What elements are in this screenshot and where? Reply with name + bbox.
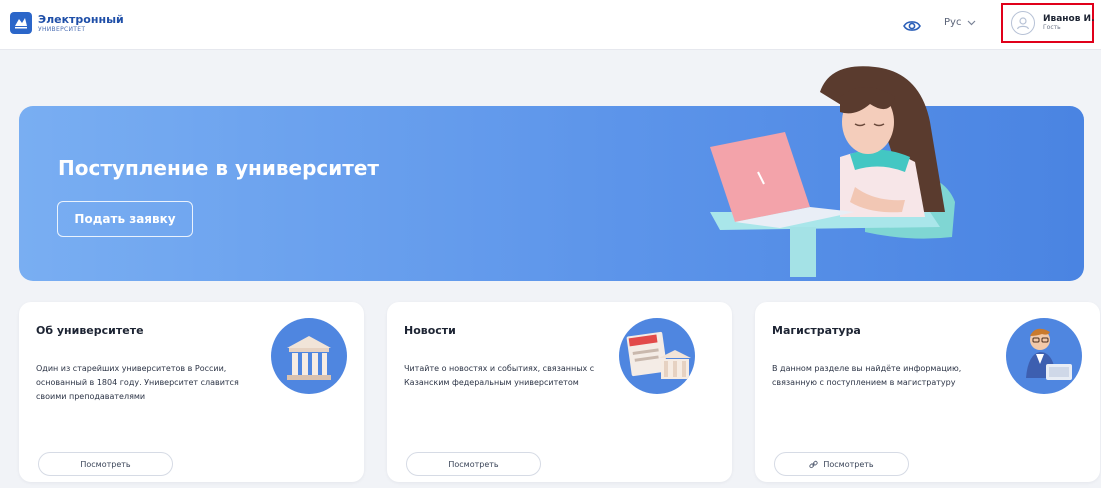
card-masters: Магистратура В данном разделе вы найдёте… bbox=[755, 302, 1100, 482]
user-profile-menu[interactable]: Иванов И. Гость bbox=[1001, 3, 1094, 43]
language-selector[interactable]: Рус bbox=[944, 17, 976, 28]
banner-title: Поступление в университет bbox=[58, 156, 379, 180]
view-button-label: Посмотреть bbox=[448, 459, 499, 469]
card-description: Читайте о новостях и событиях, связанных… bbox=[404, 364, 595, 387]
card-title: Новости bbox=[404, 324, 456, 337]
card-description: В данном разделе вы найдёте информацию, … bbox=[772, 364, 962, 387]
user-role: Гость bbox=[1043, 23, 1061, 31]
view-button[interactable]: Посмотреть bbox=[774, 452, 909, 476]
university-logo-icon bbox=[10, 12, 32, 34]
card-title: Об университете bbox=[36, 324, 144, 337]
card-news: Новости Читайте о новостях и событиях, с… bbox=[387, 302, 732, 482]
site-logo[interactable]: Электронный УНИВЕРСИТЕТ bbox=[10, 12, 124, 34]
card-description: Один из старейших университетов в России… bbox=[36, 364, 239, 401]
top-header: Электронный УНИВЕРСИТЕТ Рус Иванов И. Го… bbox=[0, 0, 1101, 50]
card-title: Магистратура bbox=[772, 324, 861, 337]
logo-subtitle: УНИВЕРСИТЕТ bbox=[38, 25, 86, 33]
student-with-laptop-icon bbox=[1006, 318, 1082, 394]
apply-button[interactable]: Подать заявку bbox=[57, 201, 193, 237]
chevron-down-icon bbox=[968, 20, 976, 25]
view-button[interactable]: Посмотреть bbox=[406, 452, 541, 476]
view-button-label: Посмотреть bbox=[823, 459, 874, 469]
logo-title: Электронный bbox=[38, 12, 124, 26]
news-icon bbox=[619, 318, 695, 394]
user-avatar-icon bbox=[1011, 11, 1035, 35]
eye-icon bbox=[903, 21, 921, 31]
accessibility-toggle-button[interactable] bbox=[901, 15, 923, 37]
university-building-icon bbox=[271, 318, 347, 394]
girl-with-laptop-illustration bbox=[710, 66, 955, 277]
view-button[interactable]: Посмотреть bbox=[38, 452, 173, 476]
language-label: Рус bbox=[944, 17, 962, 28]
view-button-label: Посмотреть bbox=[80, 459, 131, 469]
card-about-university: Об университете Один из старейших универ… bbox=[19, 302, 364, 482]
link-icon bbox=[809, 460, 818, 468]
